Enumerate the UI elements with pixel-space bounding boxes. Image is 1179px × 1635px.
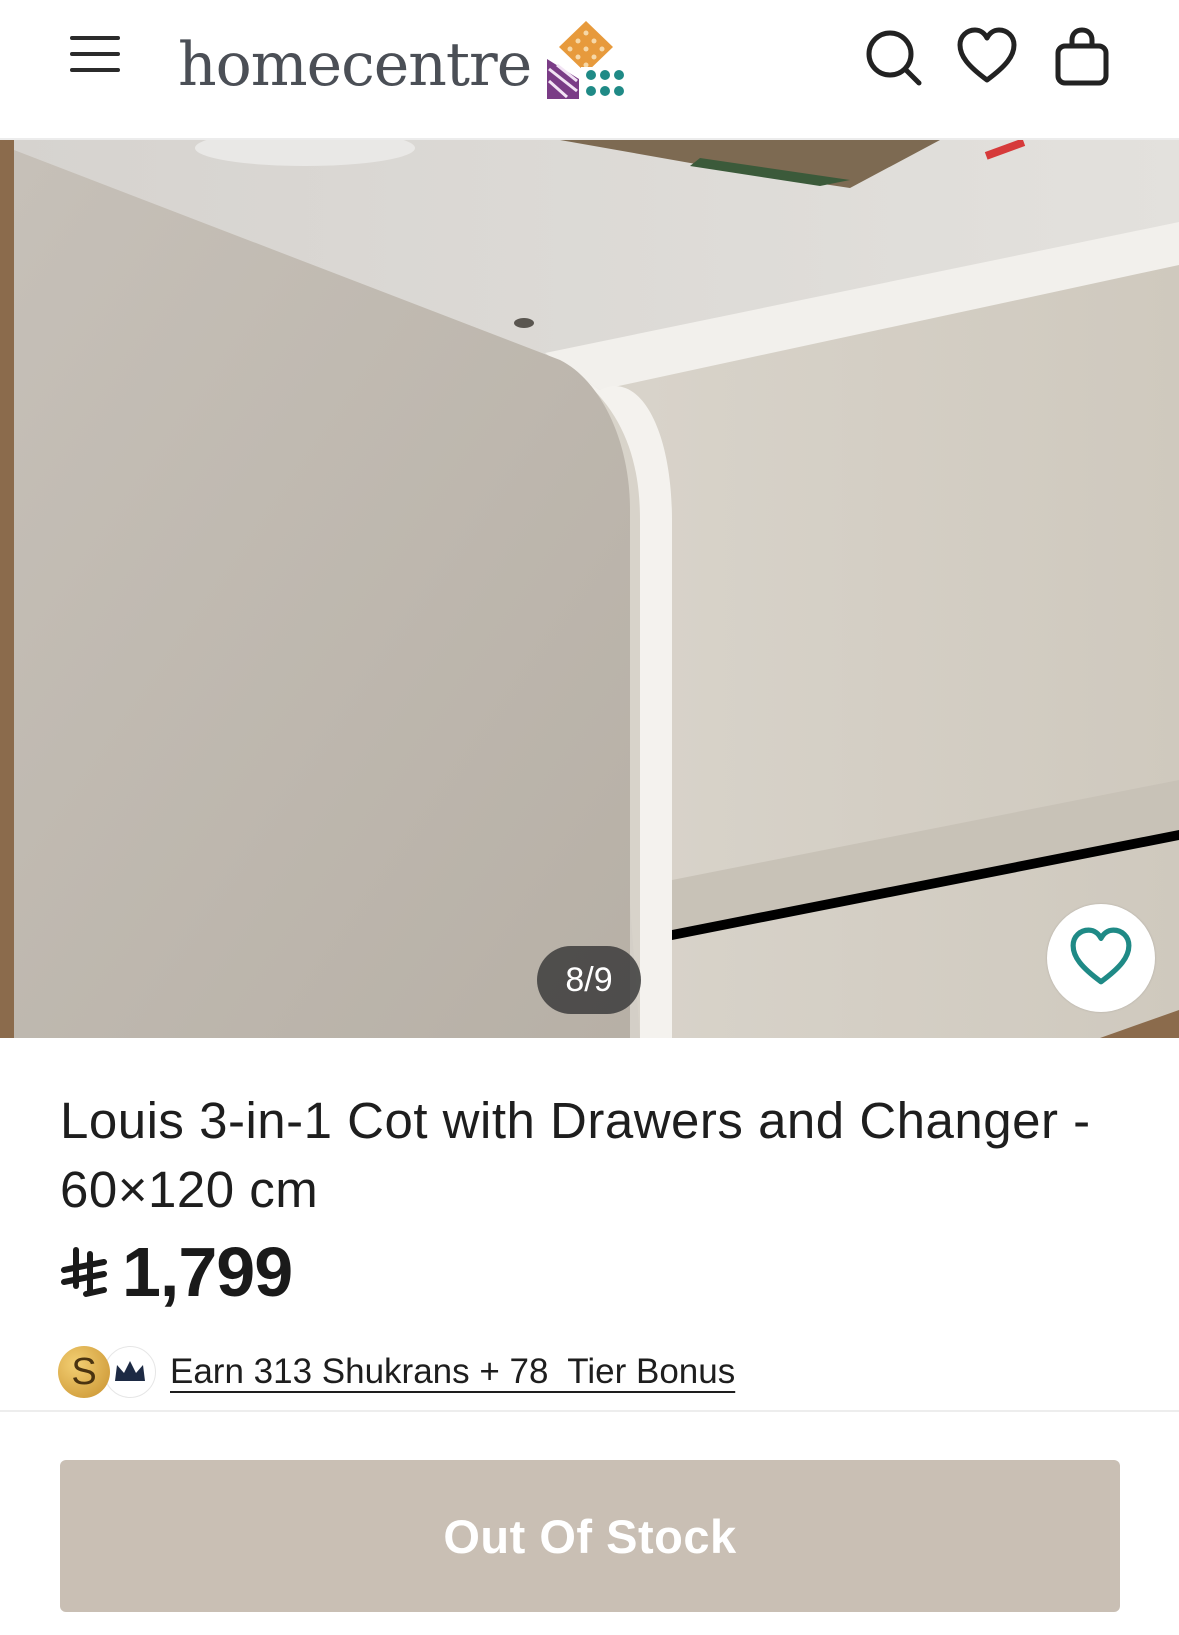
- image-counter: 8/9: [537, 946, 641, 1014]
- top-header: homecentre: [0, 0, 1179, 140]
- menu-icon[interactable]: [66, 30, 124, 78]
- divider: [0, 1410, 1179, 1412]
- search-icon[interactable]: [862, 26, 924, 88]
- bag-icon[interactable]: [1052, 26, 1114, 88]
- rewards-link[interactable]: Earn 313 Shukrans + 78 Tier Bonus: [170, 1352, 735, 1392]
- wishlist-button[interactable]: [1047, 904, 1155, 1012]
- shukran-coin-icon: S: [58, 1346, 110, 1398]
- logo-mark-icon: [547, 21, 626, 99]
- product-photo: [0, 140, 1179, 1038]
- heart-outline-icon: [1070, 927, 1132, 985]
- logo-text: homecentre: [178, 30, 532, 100]
- shukran-rewards[interactable]: S Earn 313 Shukrans + 78 Tier Bonus: [58, 1343, 735, 1401]
- product-price: 1,799: [122, 1233, 293, 1311]
- brand-logo[interactable]: homecentre: [178, 0, 627, 130]
- out-of-stock-button[interactable]: Out Of Stock: [60, 1460, 1120, 1612]
- heart-icon[interactable]: [956, 26, 1018, 88]
- product-title: Louis 3-in-1 Cot with Drawers and Change…: [60, 1092, 1091, 1218]
- crown-icon: [104, 1346, 156, 1398]
- price-row: 1,799: [60, 1232, 293, 1312]
- saudi-riyal-icon: [61, 1247, 107, 1297]
- product-image-gallery[interactable]: 8/9: [0, 140, 1179, 1038]
